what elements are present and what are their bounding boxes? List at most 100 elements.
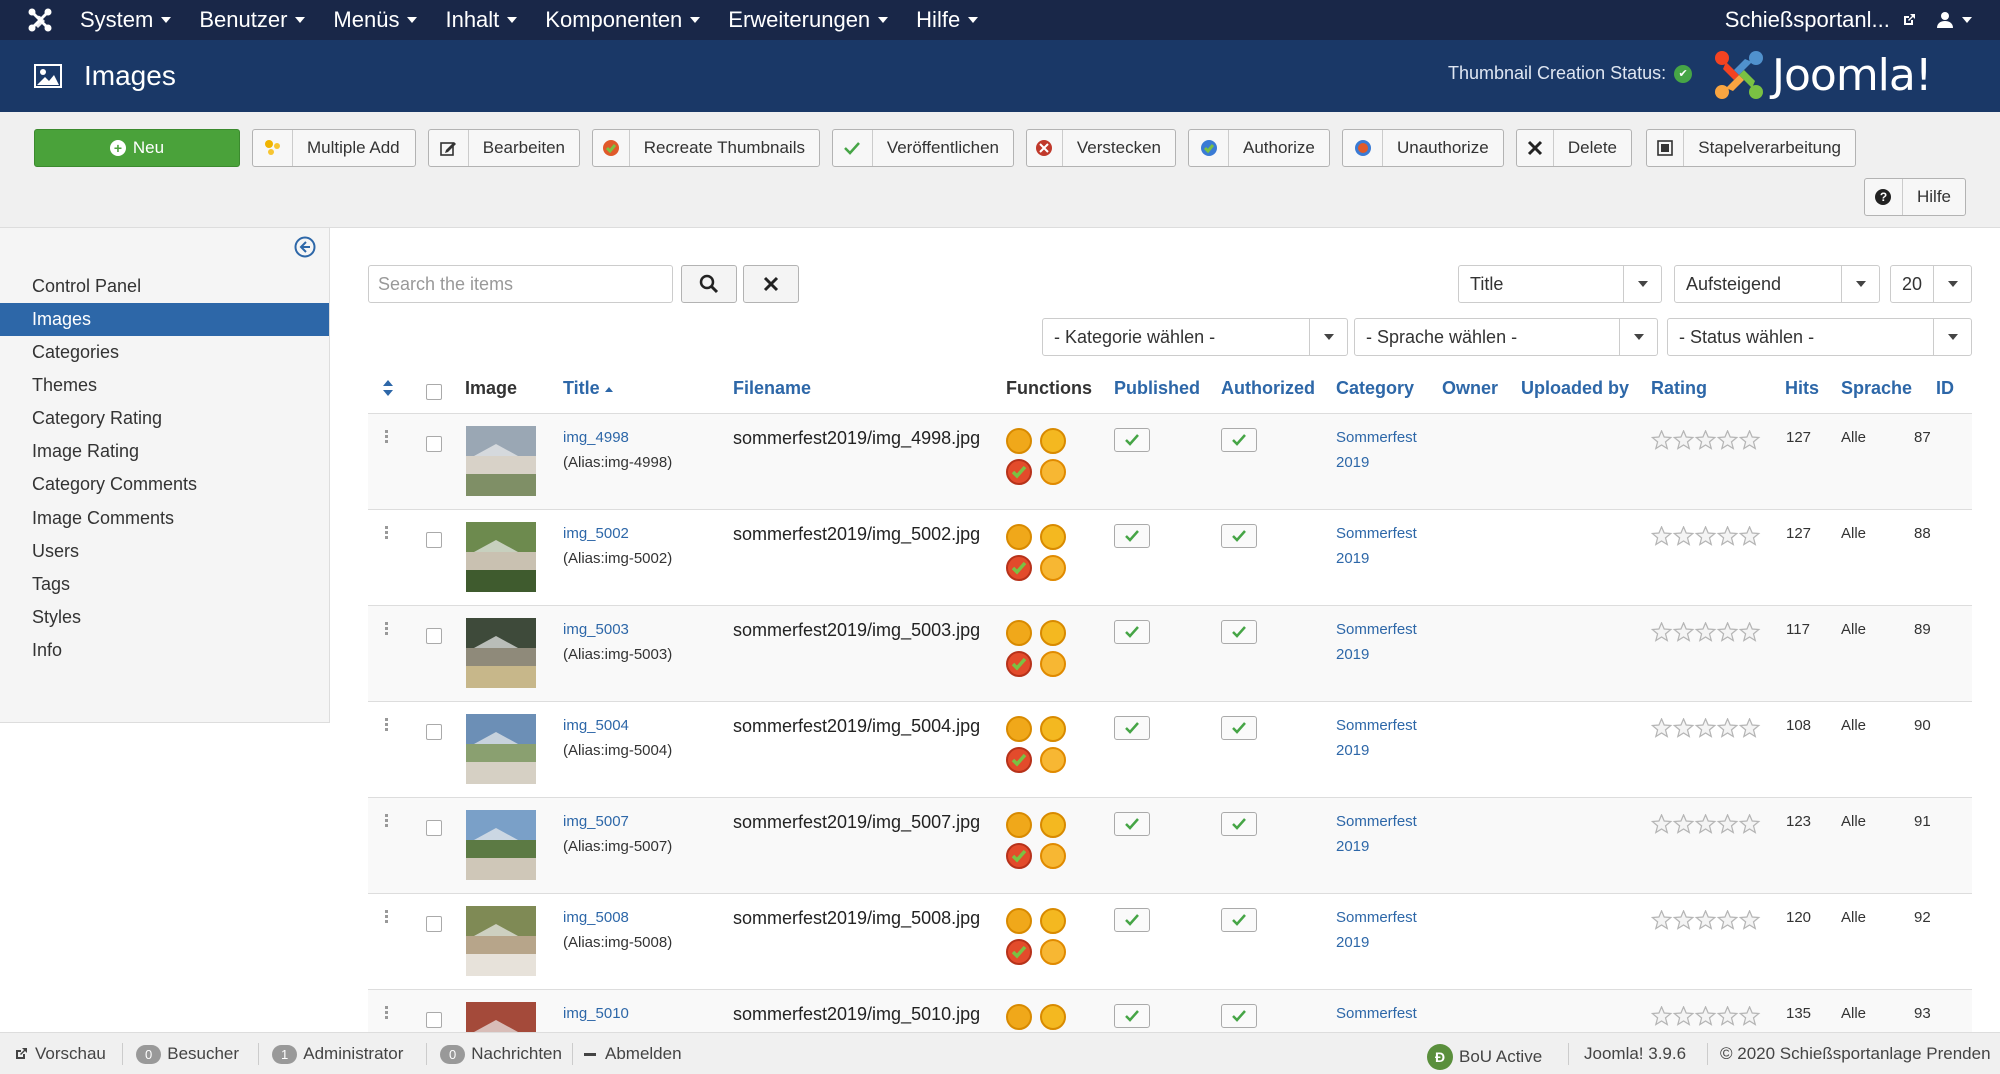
category-filter-select[interactable]: - Kategorie wählen - [1042, 318, 1348, 356]
published-toggle[interactable] [1114, 428, 1150, 452]
published-toggle[interactable] [1114, 620, 1150, 644]
nav-help[interactable]: Hilfe [916, 7, 979, 33]
category-link[interactable]: Sommerfest [1336, 429, 1417, 446]
rotate-right-icon[interactable] [1040, 620, 1066, 646]
user-menu[interactable] [1936, 11, 1972, 29]
published-toggle[interactable] [1114, 524, 1150, 548]
image-thumbnail[interactable] [466, 810, 536, 880]
category-link[interactable]: Sommerfest [1336, 525, 1417, 542]
help-button[interactable]: ? Hilfe [1864, 178, 1966, 216]
rotate-left-icon[interactable] [1006, 908, 1032, 934]
image-title-link[interactable]: img_5007 [563, 813, 629, 830]
authorized-toggle[interactable] [1221, 428, 1257, 452]
image-title-link[interactable]: img_5004 [563, 717, 629, 734]
rotate-right-icon[interactable] [1040, 524, 1066, 550]
image-title-link[interactable]: img_5003 [563, 621, 629, 638]
edit-button[interactable]: Bearbeiten [428, 129, 580, 167]
rotate-right-icon[interactable] [1040, 428, 1066, 454]
refresh-icon[interactable] [1040, 459, 1066, 485]
recreate-thumbnails-button[interactable]: Recreate Thumbnails [592, 129, 820, 167]
category-link-year[interactable]: 2019 [1336, 454, 1369, 471]
sidebar-item-category-comments[interactable]: Category Comments [0, 468, 329, 501]
category-link-year[interactable]: 2019 [1336, 550, 1369, 567]
approve-icon[interactable] [1006, 459, 1032, 485]
category-link-year[interactable]: 2019 [1336, 742, 1369, 759]
image-title-link[interactable]: img_4998 [563, 429, 629, 446]
preview-link[interactable]: Vorschau [14, 1044, 106, 1064]
row-checkbox[interactable] [426, 724, 442, 740]
row-checkbox[interactable] [426, 628, 442, 644]
drag-handle-icon[interactable] [385, 1006, 389, 1021]
approve-icon[interactable] [1006, 747, 1032, 773]
category-link[interactable]: Sommerfest [1336, 909, 1417, 926]
limit-select[interactable]: 20 [1890, 265, 1972, 303]
publish-button[interactable]: Veröffentlichen [832, 129, 1014, 167]
published-toggle[interactable] [1114, 812, 1150, 836]
published-toggle[interactable] [1114, 1004, 1150, 1028]
authorized-toggle[interactable] [1221, 716, 1257, 740]
col-filename[interactable]: Filename [733, 378, 811, 399]
collapse-sidebar-icon[interactable] [294, 236, 316, 258]
category-link[interactable]: Sommerfest [1336, 717, 1417, 734]
authorized-toggle[interactable] [1221, 908, 1257, 932]
nav-system[interactable]: System [80, 7, 172, 33]
refresh-icon[interactable] [1040, 555, 1066, 581]
sidebar-item-info[interactable]: Info [0, 634, 329, 667]
search-input[interactable]: Search the items [368, 265, 673, 303]
col-uploaded-by[interactable]: Uploaded by [1521, 378, 1629, 399]
approve-icon[interactable] [1006, 555, 1032, 581]
rotate-left-icon[interactable] [1006, 812, 1032, 838]
sort-field-select[interactable]: Title [1458, 265, 1662, 303]
rotate-left-icon[interactable] [1006, 1004, 1032, 1030]
col-owner[interactable]: Owner [1442, 378, 1498, 399]
row-checkbox[interactable] [426, 532, 442, 548]
sidebar-item-users[interactable]: Users [0, 535, 329, 568]
refresh-icon[interactable] [1040, 843, 1066, 869]
image-title-link[interactable]: img_5010 [563, 1005, 629, 1022]
bou-status[interactable]: Ð BoU Active [1427, 1044, 1542, 1070]
image-thumbnail[interactable] [466, 1002, 536, 1032]
sidebar-item-themes[interactable]: Themes [0, 369, 329, 402]
rotate-right-icon[interactable] [1040, 812, 1066, 838]
refresh-icon[interactable] [1040, 939, 1066, 965]
approve-icon[interactable] [1006, 843, 1032, 869]
rotate-left-icon[interactable] [1006, 716, 1032, 742]
unauthorize-button[interactable]: Unauthorize [1342, 129, 1504, 167]
image-thumbnail[interactable] [466, 714, 536, 784]
published-toggle[interactable] [1114, 908, 1150, 932]
rotate-left-icon[interactable] [1006, 428, 1032, 454]
drag-handle-icon[interactable] [385, 814, 389, 829]
category-link-year[interactable]: 2019 [1336, 934, 1369, 951]
sidebar-item-categories[interactable]: Categories [0, 336, 329, 369]
sidebar-item-image-comments[interactable]: Image Comments [0, 502, 329, 535]
select-all-checkbox[interactable] [426, 384, 442, 400]
messages-indicator[interactable]: 0 Nachrichten [440, 1044, 562, 1064]
authorize-button[interactable]: Authorize [1188, 129, 1330, 167]
refresh-icon[interactable] [1040, 747, 1066, 773]
sidebar-item-control-panel[interactable]: Control Panel [0, 270, 329, 303]
rotate-right-icon[interactable] [1040, 716, 1066, 742]
approve-icon[interactable] [1006, 939, 1032, 965]
ordering-icon[interactable] [382, 379, 394, 402]
drag-handle-icon[interactable] [385, 622, 389, 637]
nav-menus[interactable]: Menüs [333, 7, 418, 33]
rotate-left-icon[interactable] [1006, 620, 1032, 646]
category-link[interactable]: Sommerfest [1336, 1005, 1417, 1022]
row-checkbox[interactable] [426, 820, 442, 836]
published-toggle[interactable] [1114, 716, 1150, 740]
refresh-icon[interactable] [1040, 651, 1066, 677]
col-language[interactable]: Sprache [1841, 378, 1912, 399]
sidebar-item-category-rating[interactable]: Category Rating [0, 402, 329, 435]
sidebar-item-styles[interactable]: Styles [0, 601, 329, 634]
row-checkbox[interactable] [426, 436, 442, 452]
hide-button[interactable]: Verstecken [1026, 129, 1176, 167]
rotate-right-icon[interactable] [1040, 1004, 1066, 1030]
sort-direction-select[interactable]: Aufsteigend [1674, 265, 1880, 303]
authorized-toggle[interactable] [1221, 812, 1257, 836]
col-hits[interactable]: Hits [1785, 378, 1819, 399]
authorized-toggle[interactable] [1221, 524, 1257, 548]
col-authorized[interactable]: Authorized [1221, 378, 1315, 399]
logout-link[interactable]: Abmelden [584, 1044, 682, 1064]
category-link[interactable]: Sommerfest [1336, 813, 1417, 830]
site-link[interactable]: Schießsportanl... [1725, 7, 1916, 33]
